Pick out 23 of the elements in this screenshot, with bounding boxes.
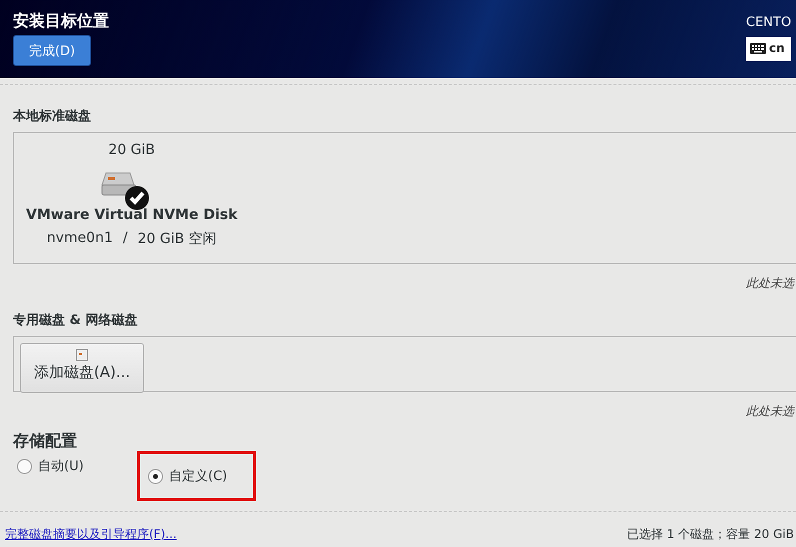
- status-note: 此处未选: [745, 275, 794, 289]
- disk-name: VMware Virtual NVMe Disk: [26, 207, 238, 223]
- add-disk-button[interactable]: 添加磁盘(A)...: [20, 343, 144, 393]
- separator-text: /: [122, 230, 128, 248]
- product-name: CENTO: [746, 14, 792, 32]
- selection-summary: 已选择 1 个磁盘；容量 20 GiB: [626, 526, 794, 543]
- section-heading: 专用磁盘 & 网络磁盘: [13, 313, 138, 329]
- disk-item[interactable]: 20 GiB VMware Virtual NVMe Disk nvme0n1 / 20 GiB 空闲: [14, 133, 250, 256]
- free-space: 20 GiB 空闲: [138, 230, 217, 248]
- device-name: nvme0n1: [46, 230, 113, 248]
- keyboard-layout-button[interactable]: cn: [746, 37, 791, 61]
- window-title: 安装目标位置: [13, 10, 109, 32]
- section-heading: 本地标准磁盘: [13, 109, 92, 125]
- radio-button[interactable]: [17, 458, 32, 474]
- status-note: 此处未选: [745, 403, 794, 417]
- disk-size: 20 GiB: [108, 141, 156, 159]
- radio-option[interactable]: 自动(U): [17, 457, 84, 475]
- disk-summary-link[interactable]: 完整磁盘摘要以及引导程序(F)...: [5, 526, 177, 543]
- radio-option[interactable]: 自定义(C): [148, 467, 228, 485]
- keyboard-icon: [750, 42, 766, 54]
- section-heading: 存储配置: [13, 433, 78, 449]
- radio-button[interactable]: [148, 468, 163, 484]
- done-button[interactable]: 完成(D): [13, 35, 91, 66]
